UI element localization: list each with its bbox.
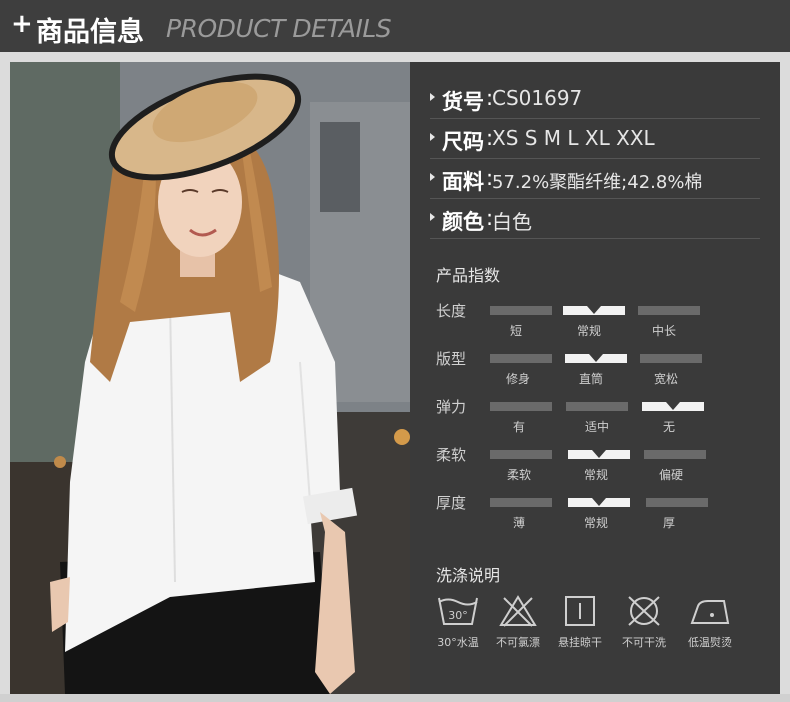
scale-bar-selected [563, 306, 625, 315]
wash-label: 不可干洗 [622, 636, 666, 649]
index-label-softness: 柔软 [436, 446, 467, 464]
scale-option: 常规 [576, 324, 601, 338]
scale-bar [566, 402, 628, 411]
attr-key: 货号 [442, 90, 484, 114]
wash-title: 洗涤说明 [436, 566, 501, 585]
index-rows: 长度 短 常规 中长 版型 修身 直筒 宽松 弹力 有 适中 无 柔软 柔软 常… [410, 300, 780, 550]
scale-bar-selected [568, 450, 630, 459]
scale-bar-selected [642, 402, 704, 411]
scale-option: 薄 [512, 516, 525, 530]
scale-option: 无 [662, 420, 675, 434]
scale-option: 修身 [505, 372, 530, 386]
bullet-icon [430, 213, 435, 221]
index-label-stretch: 弹力 [436, 398, 467, 416]
wash-label: 不可氯漂 [496, 636, 540, 649]
scale-bar [490, 354, 552, 363]
scale-option: 适中 [584, 420, 609, 434]
scale-bar [638, 306, 700, 315]
wash-item-hang-dry: 悬挂晾干 [548, 594, 612, 650]
plus-icon: + [11, 9, 33, 39]
scale-bar [644, 450, 706, 459]
wash-temp-number: 30° [448, 609, 468, 622]
bullet-icon [430, 133, 435, 141]
attr-fabric: 面料 : 57.2%聚酯纤维;42.8%棉 [430, 160, 760, 199]
index-label-thickness: 厚度 [436, 494, 467, 512]
scale-bar [490, 402, 552, 411]
attr-value: 57.2%聚酯纤维;42.8%棉 [492, 172, 703, 193]
index-title: 产品指数 [436, 266, 501, 285]
wash-label: 悬挂晾干 [558, 636, 602, 649]
scale-bar-selected [568, 498, 630, 507]
wash-label: 30°水温 [437, 636, 479, 649]
bullet-icon [430, 173, 435, 181]
scale-bar [646, 498, 708, 507]
wash-30-icon: 30° [438, 597, 478, 625]
scale-option: 常规 [583, 468, 608, 482]
wash-label: 低温熨烫 [688, 636, 732, 649]
wash-item-no-dry-clean: 不可干洗 [612, 594, 676, 650]
scale-option: 中长 [651, 324, 676, 338]
bullet-icon [430, 93, 435, 101]
index-label-length: 长度 [436, 302, 467, 320]
scale-option: 直筒 [578, 372, 603, 386]
low-iron-icon [690, 600, 730, 624]
scale-option: 短 [509, 324, 522, 338]
section-subtitle: PRODUCT DETAILS [166, 14, 392, 43]
index-label-fit: 版型 [436, 350, 467, 368]
scale-bar-selected [565, 354, 627, 363]
wash-item-no-bleach: 不可氯漂 [486, 594, 550, 650]
scale-option: 柔软 [506, 468, 531, 482]
product-photo [10, 62, 410, 694]
attr-value: XS S M L XL XXL [492, 126, 655, 150]
scale-option: 有 [512, 420, 525, 434]
scale-option: 常规 [583, 516, 608, 530]
no-dry-clean-icon [628, 596, 660, 626]
attr-key: 面料 [442, 170, 484, 194]
bottom-strip [0, 694, 790, 702]
attr-key: 尺码 [442, 130, 484, 154]
wash-item-low-iron: 低温熨烫 [678, 594, 742, 650]
section-title: 商品信息 [36, 17, 144, 48]
scale-bar [490, 450, 552, 459]
header-bar: + 商品信息 PRODUCT DETAILS [0, 0, 790, 52]
scale-bar [490, 498, 552, 507]
scale-bar [640, 354, 702, 363]
scale-option: 偏硬 [658, 468, 683, 482]
scale-option: 宽松 [653, 372, 678, 386]
no-bleach-icon [499, 595, 537, 627]
wash-item-30: 30° 30°水温 [426, 594, 490, 650]
hang-dry-icon [565, 596, 595, 626]
attr-color: 颜色 : 白色 [430, 200, 760, 239]
attr-key: 颜色 [442, 210, 484, 234]
attr-value: 白色 [492, 210, 532, 234]
model-illustration [10, 62, 410, 694]
scale-option: 厚 [662, 516, 675, 530]
attr-size: 尺码 : XS S M L XL XXL [430, 120, 760, 159]
details-panel: 货号 : CS01697 尺码 : XS S M L XL XXL 面料 : 5… [410, 62, 780, 694]
attr-sku: 货号 : CS01697 [430, 80, 760, 119]
attr-value: CS01697 [492, 86, 583, 110]
scale-bar [490, 306, 552, 315]
